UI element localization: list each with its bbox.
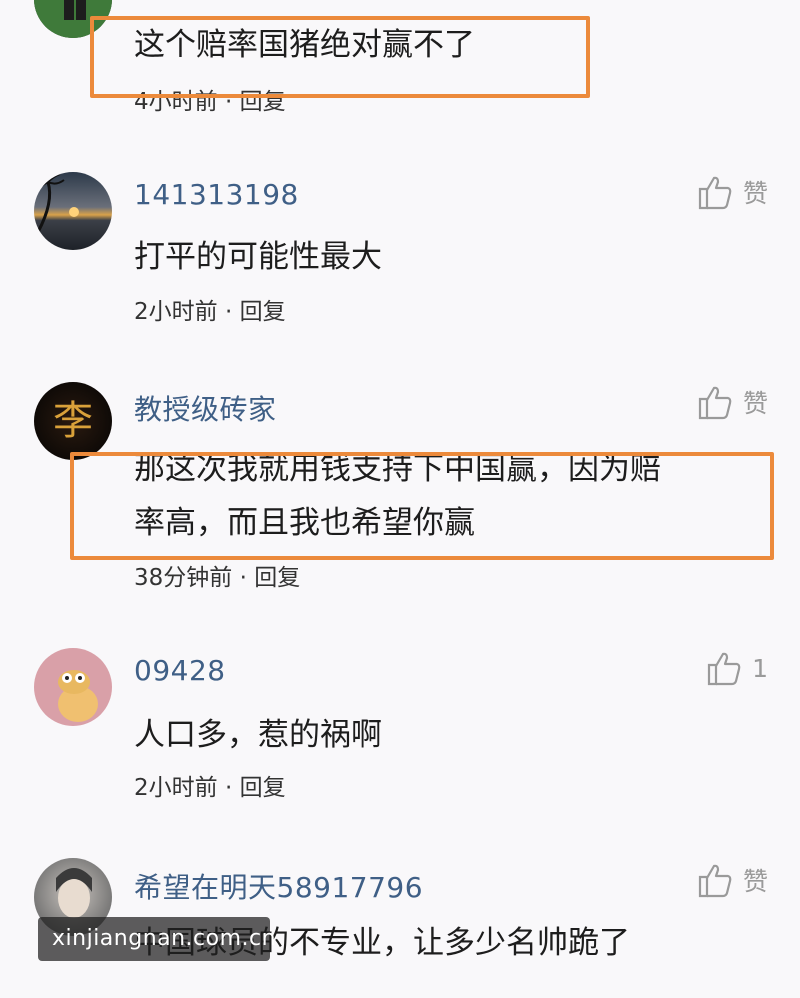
comment-time: 2小时前 bbox=[134, 299, 218, 325]
comment-meta: 2小时前 · 回复 bbox=[134, 768, 286, 802]
comment-time: 38分钟前 bbox=[134, 565, 233, 591]
thumbs-up-icon bbox=[698, 864, 732, 898]
like-label: 赞 bbox=[742, 867, 768, 896]
meta-separator: · bbox=[224, 89, 233, 115]
avatar-glyph: 李 bbox=[53, 398, 93, 444]
comment-text: 这个赔率国猪绝对赢不了 bbox=[134, 27, 475, 63]
comment-text-line1: 那这次我就用钱支持下中国赢，因为赔 bbox=[134, 451, 661, 487]
thumbs-up-icon bbox=[698, 176, 732, 210]
like-button[interactable]: 1 bbox=[706, 650, 768, 686]
comment-username[interactable]: 希望在明天58917796 bbox=[134, 866, 423, 906]
reply-link[interactable]: 回复 bbox=[240, 775, 286, 801]
reply-link[interactable]: 回复 bbox=[240, 299, 286, 325]
thumbs-up-icon bbox=[698, 386, 732, 420]
like-button[interactable]: 赞 bbox=[697, 384, 768, 420]
meta-separator: · bbox=[239, 565, 247, 591]
comment-username[interactable]: 教授级砖家 bbox=[134, 388, 277, 428]
avatar[interactable] bbox=[34, 172, 112, 250]
like-button[interactable]: 赞 bbox=[697, 174, 768, 210]
comment-meta: 2小时前 · 回复 bbox=[134, 292, 286, 326]
comment-text: 打平的可能性最大 bbox=[134, 239, 382, 275]
thumbs-up-icon bbox=[707, 652, 741, 686]
meta-separator: · bbox=[224, 299, 233, 325]
meta-separator: · bbox=[224, 775, 233, 801]
like-count: 1 bbox=[752, 653, 768, 683]
avatar[interactable] bbox=[34, 0, 112, 38]
comment-meta: 4小时前 · 回复 bbox=[134, 82, 286, 116]
comment-username[interactable]: 09428 bbox=[134, 654, 226, 687]
watermark: xinjiangnan.com.cn bbox=[38, 917, 276, 961]
like-label: 赞 bbox=[742, 389, 768, 418]
comment-time: 4小时前 bbox=[134, 89, 218, 115]
comment-time: 2小时前 bbox=[134, 775, 218, 801]
reply-link[interactable]: 回复 bbox=[254, 565, 300, 591]
comment-text-line2: 率高，而且我也希望你赢 bbox=[134, 505, 475, 541]
comment-username[interactable]: 141313198 bbox=[134, 178, 299, 211]
avatar[interactable] bbox=[34, 648, 112, 726]
comment-text: 人口多，惹的祸啊 bbox=[134, 717, 382, 753]
like-button[interactable]: 赞 bbox=[697, 862, 768, 898]
comment-meta: 38分钟前 · 回复 bbox=[134, 558, 300, 592]
avatar[interactable]: 李 bbox=[34, 382, 112, 460]
reply-link[interactable]: 回复 bbox=[240, 89, 286, 115]
like-label: 赞 bbox=[742, 179, 768, 208]
